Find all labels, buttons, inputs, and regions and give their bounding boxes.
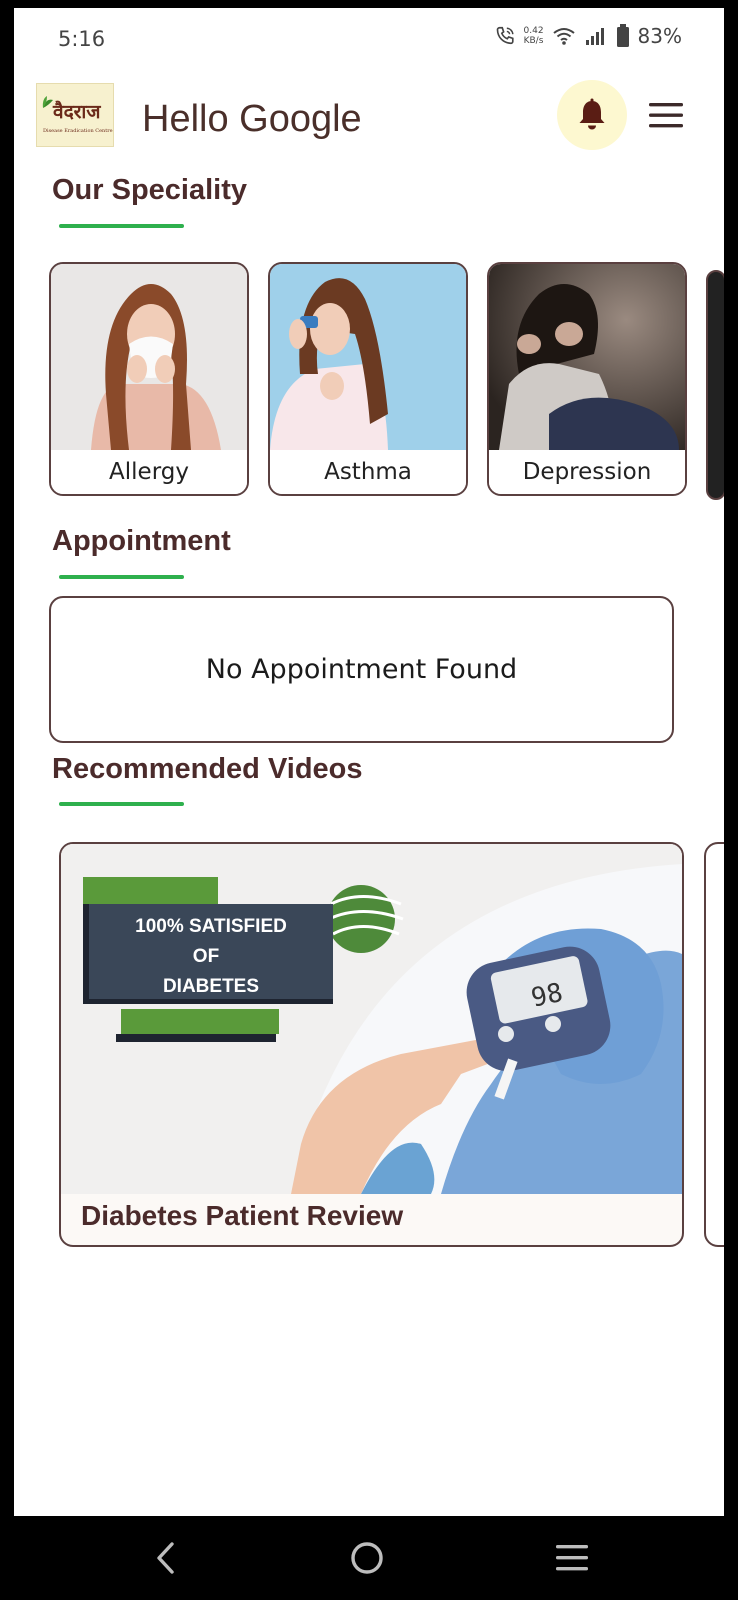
video-card-diabetes[interactable]: 100% SATISFIED OF DIABETES 98 Diabetes P… [59, 842, 684, 1247]
section-underline [59, 224, 184, 228]
section-title-videos: Recommended Videos [52, 753, 363, 785]
network-speed: 0.42 KB/s [524, 26, 544, 46]
banner-line-2: OF [193, 946, 219, 967]
notifications-button[interactable] [557, 80, 627, 150]
appointment-card: No Appointment Found [49, 596, 674, 743]
allergy-photo [51, 264, 247, 450]
speciality-card-asthma[interactable]: Asthma [268, 262, 468, 496]
speciality-card-depression[interactable]: Depression [487, 262, 687, 496]
call-icon [496, 26, 514, 45]
speciality-card-allergy[interactable]: Allergy [49, 262, 249, 496]
next-video-card-peek[interactable] [704, 842, 724, 1247]
status-bar: 5:16 0.42 KB/s 83% [14, 8, 724, 68]
section-title-appointment: Appointment [52, 525, 231, 557]
asthma-photo [270, 264, 466, 450]
recents-menu-icon[interactable] [550, 1536, 594, 1580]
signal-icon [585, 28, 604, 45]
net-speed-unit: KB/s [523, 36, 544, 46]
app-logo[interactable]: वैदराज Disease Eradication Centre [36, 83, 114, 147]
status-icons: 0.42 KB/s 83% [494, 24, 682, 48]
wifi-icon [552, 28, 575, 45]
net-speed-value: 0.42 [523, 26, 544, 36]
no-appointment-text: No Appointment Found [205, 654, 518, 685]
speciality-label: Depression [489, 450, 685, 494]
status-time: 5:16 [58, 27, 106, 51]
video-thumbnail: 100% SATISFIED OF DIABETES 98 [61, 844, 682, 1194]
banner-line-1: 100% SATISFIED [135, 916, 287, 937]
speciality-label: Asthma [270, 450, 466, 494]
home-circle-icon[interactable] [345, 1536, 389, 1580]
bell-icon [579, 98, 605, 130]
hamburger-menu-icon[interactable] [648, 100, 684, 130]
depression-photo [489, 264, 685, 450]
logo-text: वैदराज [52, 100, 101, 123]
section-title-speciality: Our Speciality [52, 174, 248, 206]
next-speciality-card-peek[interactable] [706, 270, 724, 500]
section-underline [59, 575, 184, 579]
section-underline [59, 802, 184, 806]
meter-reading: 98 [529, 978, 566, 1014]
speciality-label: Allergy [51, 450, 247, 494]
greeting-title: Hello Google [142, 98, 362, 140]
banner-line-3: DIABETES [163, 976, 259, 997]
video-title: Diabetes Patient Review [81, 1200, 404, 1231]
app-screen: 5:16 0.42 KB/s 83% वैदराज Disease Eradic… [14, 8, 724, 1516]
system-navigation-bar [0, 1516, 738, 1600]
battery-percent: 83% [637, 24, 682, 48]
battery-icon [616, 24, 629, 47]
back-chevron-icon[interactable] [145, 1536, 189, 1580]
logo-subtext: Disease Eradication Centre [43, 128, 113, 134]
